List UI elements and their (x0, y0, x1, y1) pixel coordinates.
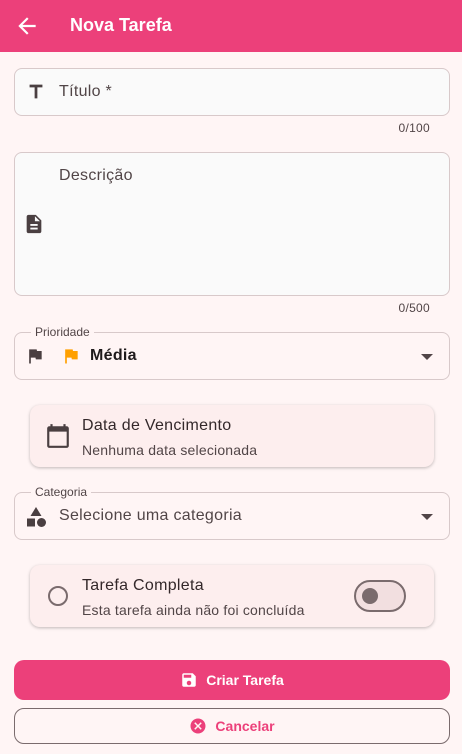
complete-radio[interactable] (48, 586, 68, 606)
app-bar: Nova Tarefa (0, 0, 462, 52)
create-task-button[interactable]: Criar Tarefa (14, 660, 450, 700)
priority-flag-icon (65, 349, 78, 364)
dropdown-arrow-icon (421, 354, 433, 360)
document-icon (26, 214, 42, 234)
dropdown-arrow-icon (421, 514, 433, 520)
title-input-placeholder: Título * (59, 83, 113, 100)
category-dropdown[interactable]: Categoria Selecione uma categoria (14, 485, 450, 540)
category-placeholder: Selecione uma categoria (59, 507, 243, 524)
complete-subtitle: Esta tarefa ainda não foi concluída (82, 602, 305, 618)
calendar-icon (47, 424, 69, 448)
save-icon (182, 673, 196, 687)
category-shapes-icon (27, 507, 46, 527)
flag-icon (29, 349, 42, 364)
priority-label: Prioridade (31, 325, 94, 339)
description-counter: 0/500 (398, 301, 430, 315)
title-field[interactable]: Título * (14, 68, 450, 116)
switch-knob (362, 588, 378, 604)
description-field[interactable]: Descrição (14, 152, 450, 296)
priority-selected-value: Média (90, 347, 137, 364)
create-task-label: Criar Tarefa (206, 672, 284, 688)
cancel-button[interactable]: Cancelar (14, 708, 450, 744)
complete-title: Tarefa Completa (82, 577, 204, 594)
title-counter: 0/100 (398, 121, 430, 135)
text-format-icon (29, 84, 43, 99)
page-title: Nova Tarefa (70, 15, 172, 35)
description-input-placeholder: Descrição (59, 167, 133, 184)
priority-dropdown[interactable]: Prioridade Média (14, 325, 450, 380)
cancel-label: Cancelar (215, 718, 275, 734)
due-date-card[interactable]: Data de Vencimento Nenhuma data selecion… (30, 405, 434, 467)
due-date-title: Data de Vencimento (82, 417, 232, 434)
task-complete-card[interactable]: Tarefa Completa Esta tarefa ainda não fo… (30, 565, 434, 627)
complete-switch[interactable] (354, 580, 406, 612)
category-label: Categoria (31, 485, 92, 499)
arrow-back-icon[interactable] (14, 13, 40, 39)
cancel-circle-icon (190, 718, 206, 734)
due-date-subtitle: Nenhuma data selecionada (82, 442, 258, 458)
